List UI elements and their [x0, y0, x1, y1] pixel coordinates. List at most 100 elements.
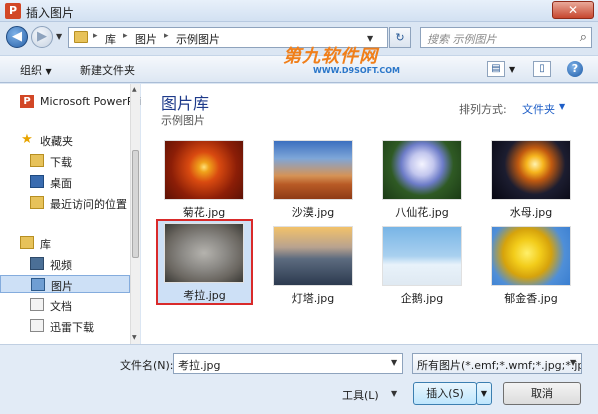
watermark-logo: 第九软件网: [283, 46, 378, 67]
scrollbar-thumb[interactable]: [132, 150, 139, 258]
sidebar-item-label: 库: [40, 238, 51, 251]
chevron-down-icon: ▼: [45, 67, 52, 76]
sidebar-item-recent-places[interactable]: 最近访问的位置: [0, 194, 130, 212]
file-name: 菊花.jpg: [182, 206, 226, 219]
search-icon[interactable]: ⌕: [580, 30, 587, 45]
thumbnail-image: [382, 226, 462, 286]
close-button[interactable]: ✕: [552, 1, 594, 19]
scroll-up-icon[interactable]: ▲: [132, 86, 137, 93]
breadcrumb-separator-icon[interactable]: ▸: [123, 31, 128, 41]
thumbnail-image: [273, 140, 353, 200]
breadcrumb-separator-icon[interactable]: ▸: [164, 31, 169, 41]
cancel-button[interactable]: 取消: [503, 382, 581, 405]
file-tile-penguins[interactable]: 企鹅.jpg: [379, 224, 465, 308]
sidebar-item-label: 视频: [50, 259, 72, 272]
file-name: 企鹅.jpg: [400, 292, 444, 305]
organize-label: 组织: [20, 64, 42, 77]
scroll-down-icon[interactable]: ▼: [132, 334, 137, 341]
new-folder-button[interactable]: 新建文件夹: [80, 62, 135, 78]
thumbnail-image: [382, 140, 462, 200]
dialog-footer: 文件名(N): 考拉.jpg ▼ 所有图片(*.emf;*.wmf;*.jpg;…: [0, 344, 598, 414]
thumbnail-image: [273, 226, 353, 286]
sidebar-item-desktop[interactable]: 桌面: [0, 173, 130, 191]
thunder-download-icon: [30, 319, 44, 332]
tools-menu-button[interactable]: 工具(L): [342, 387, 379, 403]
sidebar-item-videos[interactable]: 视频: [0, 255, 130, 273]
sidebar-item-downloads[interactable]: 下载: [0, 152, 130, 170]
breadcrumb-library[interactable]: 库: [105, 31, 116, 47]
file-name: 郁金香.jpg: [504, 292, 558, 305]
file-name: 考拉.jpg: [183, 289, 226, 302]
arrange-by-label: 排列方式:: [459, 103, 507, 116]
library-title: 图片库: [161, 94, 210, 113]
file-tile-tulips[interactable]: 郁金香.jpg: [488, 224, 574, 308]
documents-icon: [30, 298, 44, 311]
forward-button[interactable]: ▶: [31, 26, 53, 48]
file-tile-desert[interactable]: 沙漠.jpg: [270, 138, 356, 222]
watermark-url: WWW.D9SOFT.COM: [313, 66, 401, 75]
sidebar-item-pictures[interactable]: 图片: [0, 275, 130, 293]
folder-icon: [74, 31, 88, 43]
preview-pane-icon[interactable]: ▯: [533, 61, 551, 77]
file-tile-jellyfish[interactable]: 水母.jpg: [488, 138, 574, 222]
breadcrumb-pictures[interactable]: 图片: [135, 31, 157, 47]
chevron-down-icon[interactable]: ▼: [559, 102, 565, 111]
view-options-icon[interactable]: ▤: [487, 61, 505, 77]
sidebar-scrollbar[interactable]: ▲ ▼: [130, 84, 140, 344]
download-folder-icon: [30, 154, 44, 167]
sidebar-item-libraries[interactable]: 库: [0, 234, 130, 252]
file-type-filter-select[interactable]: 所有图片(*.emf;*.wmf;*.jpg;*.jp: [412, 353, 582, 374]
organize-button[interactable]: 组织 ▼: [20, 62, 52, 78]
refresh-button[interactable]: ↻: [389, 27, 411, 48]
thumbnail-image: [491, 140, 571, 200]
recent-pages-dropdown-icon[interactable]: ▼: [56, 32, 62, 41]
back-button[interactable]: ◀: [6, 26, 28, 48]
thumbnail-image: [491, 226, 571, 286]
filename-dropdown-icon[interactable]: ▼: [391, 358, 397, 367]
breadcrumb-separator-icon[interactable]: ▸: [93, 31, 98, 41]
file-tile-lighthouse[interactable]: 灯塔.jpg: [270, 224, 356, 308]
file-name: 八仙花.jpg: [395, 206, 449, 219]
powerpoint-app-icon: P: [5, 3, 21, 19]
help-icon[interactable]: ?: [567, 61, 583, 77]
filename-input[interactable]: 考拉.jpg: [173, 353, 403, 374]
window-title: 插入图片: [26, 6, 75, 20]
navigation-pane: P Microsoft PowerPoint ★ 收藏夹 下载 桌面 最近访问的…: [0, 84, 154, 344]
sidebar-item-label: 下载: [50, 156, 72, 169]
chevron-down-icon[interactable]: ▼: [391, 389, 397, 398]
insert-button[interactable]: 插入(S): [413, 382, 477, 405]
desktop-icon: [30, 175, 44, 188]
title-bar: P 插入图片 ✕: [0, 0, 598, 22]
star-icon: ★: [21, 132, 33, 147]
powerpoint-icon: P: [20, 95, 34, 108]
sidebar-item-label: 文档: [50, 300, 72, 313]
chevron-down-icon[interactable]: ▼: [570, 358, 576, 367]
sidebar-item-powerpoint[interactable]: P Microsoft PowerPoint: [0, 93, 154, 111]
recent-places-icon: [30, 196, 44, 209]
sidebar-item-documents[interactable]: 文档: [0, 296, 130, 314]
sidebar-item-label: 收藏夹: [40, 135, 73, 148]
thumbnail-image: [164, 223, 244, 283]
file-tile-chrysanthemum[interactable]: 菊花.jpg: [161, 138, 247, 222]
sidebar-item-thunder-downloads[interactable]: 迅雷下载: [0, 317, 130, 335]
sidebar-item-label: 最近访问的位置: [50, 198, 127, 211]
pictures-icon: [31, 278, 45, 291]
sidebar-item-label: 迅雷下载: [50, 321, 94, 334]
sidebar-item-label: 桌面: [50, 177, 72, 190]
view-dropdown-icon[interactable]: ▼: [509, 65, 515, 74]
file-tile-koala[interactable]: 考拉.jpg: [156, 219, 253, 305]
filename-label: 文件名(N):: [120, 359, 174, 372]
arrange-by-dropdown[interactable]: 文件夹: [522, 101, 555, 117]
search-input[interactable]: 搜索 示例图片 ⌕: [420, 27, 592, 48]
file-tile-hydrangeas[interactable]: 八仙花.jpg: [379, 138, 465, 222]
videos-icon: [30, 257, 44, 270]
thumbnail-image: [164, 140, 244, 200]
sidebar-item-favorites[interactable]: ★ 收藏夹: [0, 131, 130, 149]
file-name: 水母.jpg: [509, 206, 553, 219]
sidebar-item-label: 图片: [51, 280, 73, 293]
library-subtitle: 示例图片: [161, 114, 205, 127]
file-name: 沙漠.jpg: [291, 206, 335, 219]
breadcrumb-sample-pictures[interactable]: 示例图片: [176, 31, 220, 47]
insert-options-dropdown-icon[interactable]: ▼: [476, 382, 492, 405]
file-list-pane: 图片库 示例图片 排列方式: 文件夹 ▼ 菊花.jpg 沙漠.jpg 八仙花.j…: [141, 84, 598, 344]
